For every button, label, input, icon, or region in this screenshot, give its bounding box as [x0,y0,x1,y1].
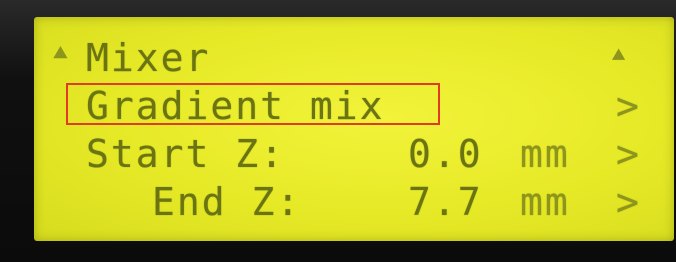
corner-up-arrow-icon: ⯅ [609,41,629,69]
menu-item-end-z[interactable]: End Z: 7.7 mm > [34,179,674,225]
chevron-right-icon: > [616,180,641,224]
title-row: ⯅ Mixer ⯅ [34,35,674,81]
up-arrow-icon[interactable]: ⯅ [50,39,71,70]
screen-title: Mixer [86,36,211,80]
lcd-screen: ⯅ Mixer ⯅ Gradient mix > Start Z: 0.0 mm… [34,17,674,241]
end-z-unit: mm [520,180,570,224]
start-z-unit: mm [520,132,570,176]
menu-item-label: End Z: [152,180,302,224]
chevron-right-icon: > [616,132,641,176]
chevron-right-icon: > [616,84,641,128]
end-z-value: 7.7 [408,180,483,224]
menu-item-start-z[interactable]: Start Z: 0.0 mm > [34,131,674,177]
menu-item-gradient-mix[interactable]: Gradient mix > [34,83,674,129]
start-z-value: 0.0 [408,132,483,176]
menu-item-label: Gradient mix [86,84,385,128]
menu-item-label: Start Z: [86,132,286,176]
